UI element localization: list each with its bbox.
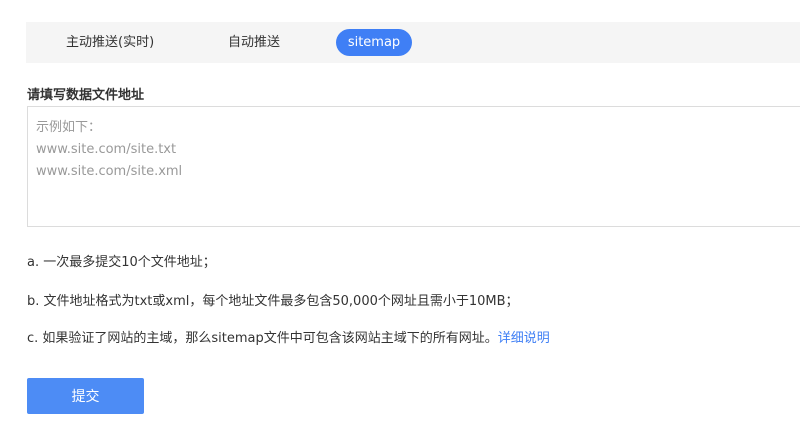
note-c: c. 如果验证了网站的主域，那么sitemap文件中可包含该网站主域下的所有网址… [27,327,550,346]
details-link[interactable]: 详细说明 [498,331,550,346]
tab-active-push[interactable]: 主动推送(实时) [54,29,166,56]
note-b: b. 文件地址格式为txt或xml，每个地址文件最多包含50,000个网址且需小… [27,294,519,309]
sitemap-url-input[interactable] [27,106,800,227]
note-a: a. 一次最多提交10个文件地址； [27,255,216,270]
tab-bar: 主动推送(实时) 自动推送 sitemap [26,22,800,63]
tab-auto-push[interactable]: 自动推送 [216,29,292,56]
tab-sitemap[interactable]: sitemap [336,29,412,56]
field-label: 请填写数据文件地址 [27,88,145,103]
submit-button[interactable]: 提交 [27,378,144,414]
note-c-text: c. 如果验证了网站的主域，那么sitemap文件中可包含该网站主域下的所有网址… [27,331,498,346]
